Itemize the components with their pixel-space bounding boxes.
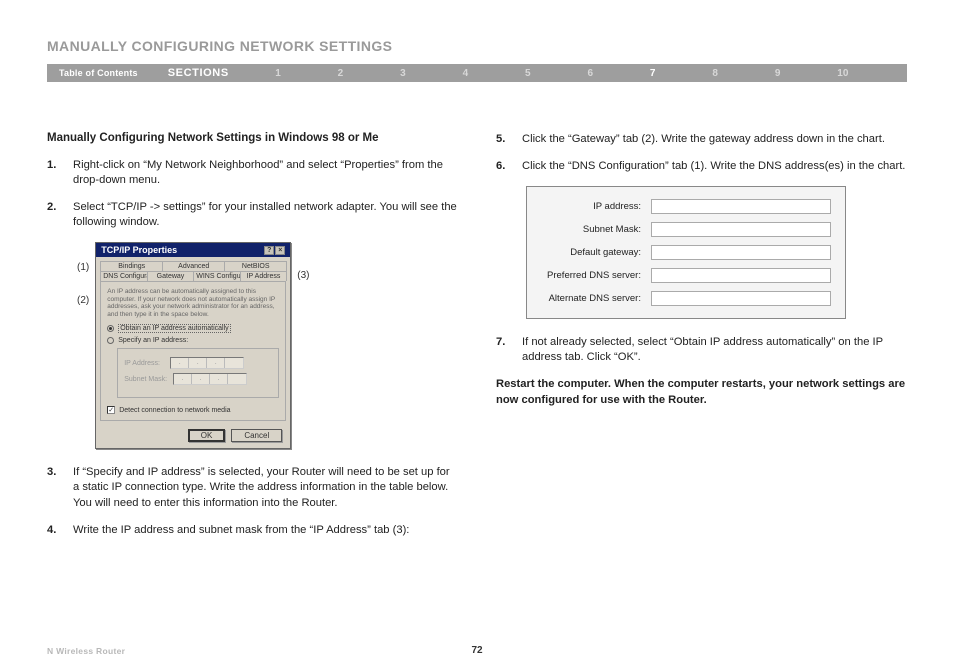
radio-icon bbox=[107, 325, 114, 332]
tab-advanced[interactable]: Advanced bbox=[162, 261, 225, 271]
step-6: 6.Click the “DNS Configuration” tab (1).… bbox=[496, 159, 907, 174]
nav-section-10[interactable]: 10 bbox=[837, 68, 848, 79]
callout-2: (2) bbox=[77, 295, 89, 306]
nav-numbers: 1 2 3 4 5 6 7 8 9 10 bbox=[247, 68, 907, 79]
checkbox-icon: ✓ bbox=[107, 406, 115, 414]
footer-page-number: 72 bbox=[47, 645, 907, 656]
cancel-button[interactable]: Cancel bbox=[231, 429, 282, 442]
restart-note: Restart the computer. When the computer … bbox=[496, 377, 907, 407]
ip-group: IP Address: ... Subnet Mask: ... bbox=[117, 348, 279, 398]
ip-address-input[interactable]: ... bbox=[170, 357, 244, 369]
callouts-left: (1) (2) bbox=[77, 262, 89, 328]
left-column: Manually Configuring Network Settings in… bbox=[47, 132, 458, 550]
subheading: Manually Configuring Network Settings in… bbox=[47, 132, 458, 144]
nav-section-2[interactable]: 2 bbox=[338, 68, 344, 79]
ip-address-label: IP Address: bbox=[124, 360, 164, 367]
callout-3: (3) bbox=[297, 270, 309, 281]
form-input[interactable] bbox=[651, 291, 831, 306]
nav-sections-label: SECTIONS bbox=[150, 67, 247, 79]
form-label: Preferred DNS server: bbox=[541, 270, 651, 281]
help-icon[interactable]: ? bbox=[264, 246, 274, 255]
nav-section-5[interactable]: 5 bbox=[525, 68, 531, 79]
dialog-description: An IP address can be automatically assig… bbox=[107, 288, 279, 318]
step-7: 7.If not already selected, select “Obtai… bbox=[496, 335, 907, 365]
form-input[interactable] bbox=[651, 268, 831, 283]
tab-wins[interactable]: WINS Configuration bbox=[193, 271, 241, 281]
form-label: Subnet Mask: bbox=[541, 224, 651, 235]
form-row: Alternate DNS server: bbox=[541, 291, 831, 306]
form-input[interactable] bbox=[651, 199, 831, 214]
detect-checkbox[interactable]: ✓ Detect connection to network media bbox=[107, 406, 279, 414]
address-form-table: IP address: Subnet Mask: Default gateway: P… bbox=[526, 186, 846, 319]
tcpip-dialog: TCP/IP Properties ? × Bindings Advanced … bbox=[95, 242, 291, 449]
form-row: Preferred DNS server: bbox=[541, 268, 831, 283]
dialog-title-text: TCP/IP Properties bbox=[101, 245, 177, 255]
right-column: 5.Click the “Gateway” tab (2). Write the… bbox=[496, 132, 907, 550]
section-nav: Table of Contents SECTIONS 1 2 3 4 5 6 7 8 9 10 bbox=[47, 64, 907, 82]
step-2: 2.Select “TCP/IP -> settings” for your i… bbox=[47, 200, 458, 230]
step-4: 4.Write the IP address and subnet mask f… bbox=[47, 523, 458, 538]
form-row: IP address: bbox=[541, 199, 831, 214]
tab-dns[interactable]: DNS Configuration bbox=[100, 271, 148, 281]
nav-section-6[interactable]: 6 bbox=[587, 68, 593, 79]
tab-netbios[interactable]: NetBIOS bbox=[224, 261, 287, 271]
nav-toc-link[interactable]: Table of Contents bbox=[47, 68, 150, 78]
step-3: 3.If “Specify and IP address” is selecte… bbox=[47, 465, 458, 510]
dialog-titlebar: TCP/IP Properties ? × bbox=[96, 243, 290, 257]
form-label: Default gateway: bbox=[541, 247, 651, 258]
dialog-body: An IP address can be automatically assig… bbox=[100, 281, 286, 421]
step-1: 1.Right-click on “My Network Neighborhoo… bbox=[47, 158, 458, 188]
nav-section-9[interactable]: 9 bbox=[775, 68, 781, 79]
dialog-figure: (1) (2) TCP/IP Properties ? × Bindings bbox=[77, 242, 458, 449]
radio-specify[interactable]: Specify an IP address: bbox=[107, 337, 279, 344]
page-title: MANUALLY CONFIGURING NETWORK SETTINGS bbox=[47, 38, 907, 54]
radio-icon bbox=[107, 337, 114, 344]
form-label: Alternate DNS server: bbox=[541, 293, 651, 304]
subnet-mask-input[interactable]: ... bbox=[173, 373, 247, 385]
radio-obtain-auto[interactable]: Obtain an IP address automatically bbox=[107, 324, 279, 333]
ok-button[interactable]: OK bbox=[188, 429, 226, 442]
step-5: 5.Click the “Gateway” tab (2). Write the… bbox=[496, 132, 907, 147]
form-label: IP address: bbox=[541, 201, 651, 212]
form-input[interactable] bbox=[651, 245, 831, 260]
nav-section-3[interactable]: 3 bbox=[400, 68, 406, 79]
form-input[interactable] bbox=[651, 222, 831, 237]
form-row: Default gateway: bbox=[541, 245, 831, 260]
nav-section-8[interactable]: 8 bbox=[712, 68, 718, 79]
form-row: Subnet Mask: bbox=[541, 222, 831, 237]
nav-section-7[interactable]: 7 bbox=[650, 68, 656, 79]
tab-ipaddress[interactable]: IP Address bbox=[240, 271, 288, 281]
close-icon[interactable]: × bbox=[275, 246, 285, 255]
nav-section-1[interactable]: 1 bbox=[275, 68, 281, 79]
tab-bindings[interactable]: Bindings bbox=[100, 261, 163, 271]
subnet-mask-label: Subnet Mask: bbox=[124, 376, 167, 383]
tab-gateway[interactable]: Gateway bbox=[147, 271, 195, 281]
callout-1: (1) bbox=[77, 262, 89, 273]
nav-section-4[interactable]: 4 bbox=[463, 68, 469, 79]
